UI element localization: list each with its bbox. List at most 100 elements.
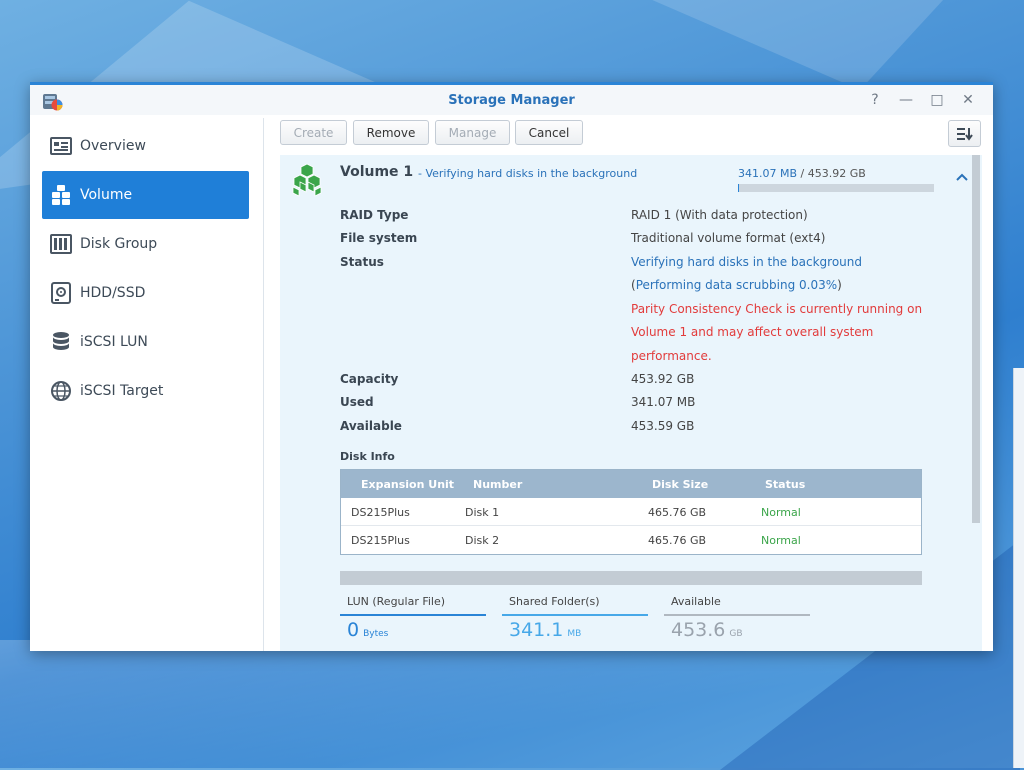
volume-used: 341.07 MB <box>738 167 797 180</box>
overview-icon <box>50 135 72 157</box>
used-value: 341.07 MB <box>631 395 695 409</box>
sidebar-item-iscsi-target[interactable]: iSCSI Target <box>42 367 249 415</box>
sidebar-item-disk-group[interactable]: Disk Group <box>42 220 249 268</box>
available-stat-unit: GB <box>729 629 742 639</box>
shared-folder-number: 341.1 <box>509 619 563 641</box>
shared-folder-value: 341.1 MB <box>509 619 581 641</box>
sidebar-item-label: Volume <box>80 187 132 203</box>
volume-cubes-icon <box>50 184 72 206</box>
vertical-scrollbar[interactable] <box>972 155 980 523</box>
cancel-button[interactable]: Cancel <box>515 120 583 145</box>
sidebar-item-label: HDD/SSD <box>80 285 145 301</box>
disk-group-icon <box>50 233 72 255</box>
shared-folder-line <box>502 614 648 616</box>
sidebar-item-overview[interactable]: Overview <box>42 122 249 170</box>
usage-separator: / <box>801 167 805 180</box>
help-icon[interactable]: ? <box>866 91 884 109</box>
main-content: Create Remove Manage Cancel Volum <box>264 118 993 651</box>
volume-detail-panel: Volume 1 - Verifying hard disks in the b… <box>280 155 982 651</box>
title-bar[interactable]: Storage Manager ? — □ ✕ <box>30 85 993 115</box>
window-title: Storage Manager <box>30 93 993 108</box>
expansion-unit-cell: DS215Plus <box>351 534 410 547</box>
lun-usage-label: LUN (Regular File) <box>340 595 445 608</box>
manage-button[interactable]: Manage <box>435 120 510 145</box>
sidebar-item-label: iSCSI LUN <box>80 334 148 350</box>
wallpaper-shape <box>0 640 1024 768</box>
sidebar: Overview Volume Disk Group HDD/SSD iSCSI… <box>30 118 264 651</box>
file-system-label: File system <box>340 231 417 245</box>
parity-warning-line: Parity Consistency Check is currently ru… <box>631 302 922 316</box>
disk-info-table: Expansion Unit Number Disk Size Status D… <box>340 469 922 555</box>
minimize-icon[interactable]: — <box>897 91 915 109</box>
available-stat-label: Available <box>664 595 721 608</box>
close-icon[interactable]: ✕ <box>959 91 977 109</box>
disk-status-cell: Normal <box>761 506 801 519</box>
maximize-icon[interactable]: □ <box>928 91 946 109</box>
capacity-label: Capacity <box>340 372 398 386</box>
lun-usage-unit: Bytes <box>363 629 388 639</box>
available-value: 453.59 GB <box>631 419 694 433</box>
lun-usage-value: 0 Bytes <box>347 619 388 641</box>
disk-size-cell: 465.76 GB <box>648 506 706 519</box>
available-stat-line <box>664 614 810 616</box>
column-header[interactable]: Status <box>765 478 805 491</box>
disk-info-title: Disk Info <box>340 450 395 463</box>
file-system-value: Traditional volume format (ext4) <box>631 231 825 245</box>
raid-type-value: RAID 1 (With data protection) <box>631 208 808 222</box>
column-header[interactable]: Expansion Unit <box>361 478 454 491</box>
sidebar-item-label: Disk Group <box>80 236 157 252</box>
disk-size-cell: 465.76 GB <box>648 534 706 547</box>
table-row[interactable]: DS215Plus Disk 1 465.76 GB Normal <box>341 498 921 526</box>
available-stat-value: 453.6 GB <box>671 619 743 641</box>
volume-usage-summary: 341.07 MB / 453.92 GB <box>738 167 866 180</box>
volume-usage-bar <box>738 184 934 192</box>
used-label: Used <box>340 395 374 409</box>
collapse-chevron-icon[interactable] <box>954 169 970 185</box>
hdd-icon <box>50 282 72 304</box>
globe-icon <box>50 380 72 402</box>
wallpaper-shape <box>560 0 980 90</box>
disk-status-cell: Normal <box>761 534 801 547</box>
scrubbing-text: Performing data scrubbing 0.03% <box>636 278 837 292</box>
lun-usage-stat: LUN (Regular File) 0Bytes <box>340 595 445 608</box>
sidebar-item-label: Overview <box>80 138 146 154</box>
lun-usage-number: 0 <box>347 619 359 641</box>
volume-cubes-icon <box>290 163 324 197</box>
disk-number-cell: Disk 2 <box>465 534 499 547</box>
sidebar-item-iscsi-lun[interactable]: iSCSI LUN <box>42 318 249 366</box>
remove-button[interactable]: Remove <box>353 120 429 145</box>
shared-folder-unit: MB <box>567 629 581 639</box>
volume-total: 453.92 GB <box>808 167 866 180</box>
toolbar: Create Remove Manage Cancel <box>264 118 993 154</box>
column-header[interactable]: Disk Size <box>652 478 708 491</box>
sidebar-item-volume[interactable]: Volume <box>42 171 249 219</box>
available-stat: Available 453.6GB <box>664 595 721 608</box>
capacity-value: 453.92 GB <box>631 372 694 386</box>
parity-warning-line: Volume 1 and may affect overall system <box>631 325 873 339</box>
expansion-unit-cell: DS215Plus <box>351 506 410 519</box>
available-label: Available <box>340 419 402 433</box>
paren-close: ) <box>837 278 842 292</box>
sidebar-item-label: iSCSI Target <box>80 383 163 399</box>
storage-manager-window: Storage Manager ? — □ ✕ Overview Volume … <box>30 82 993 651</box>
create-button[interactable]: Create <box>280 120 347 145</box>
table-row[interactable]: DS215Plus Disk 2 465.76 GB Normal <box>341 526 921 554</box>
database-icon <box>50 331 72 353</box>
lun-usage-line <box>340 614 486 616</box>
sidebar-item-hdd-ssd[interactable]: HDD/SSD <box>42 269 249 317</box>
raid-type-label: RAID Type <box>340 208 408 222</box>
volume-status-line: - Verifying hard disks in the background <box>418 167 637 180</box>
scrubbing-progress: (Performing data scrubbing 0.03%) <box>631 278 842 292</box>
sort-button[interactable] <box>948 120 981 147</box>
background-window-edge <box>1013 368 1024 768</box>
shared-folder-label: Shared Folder(s) <box>502 595 600 608</box>
available-stat-number: 453.6 <box>671 619 725 641</box>
column-header[interactable]: Number <box>473 478 522 491</box>
disk-number-cell: Disk 1 <box>465 506 499 519</box>
status-label: Status <box>340 255 384 269</box>
shared-folder-stat: Shared Folder(s) 341.1MB <box>502 595 600 608</box>
parity-warning-line: performance. <box>631 349 712 363</box>
table-header: Expansion Unit Number Disk Size Status <box>341 470 921 498</box>
status-value: Verifying hard disks in the background <box>631 255 862 269</box>
space-usage-bar <box>340 571 922 585</box>
